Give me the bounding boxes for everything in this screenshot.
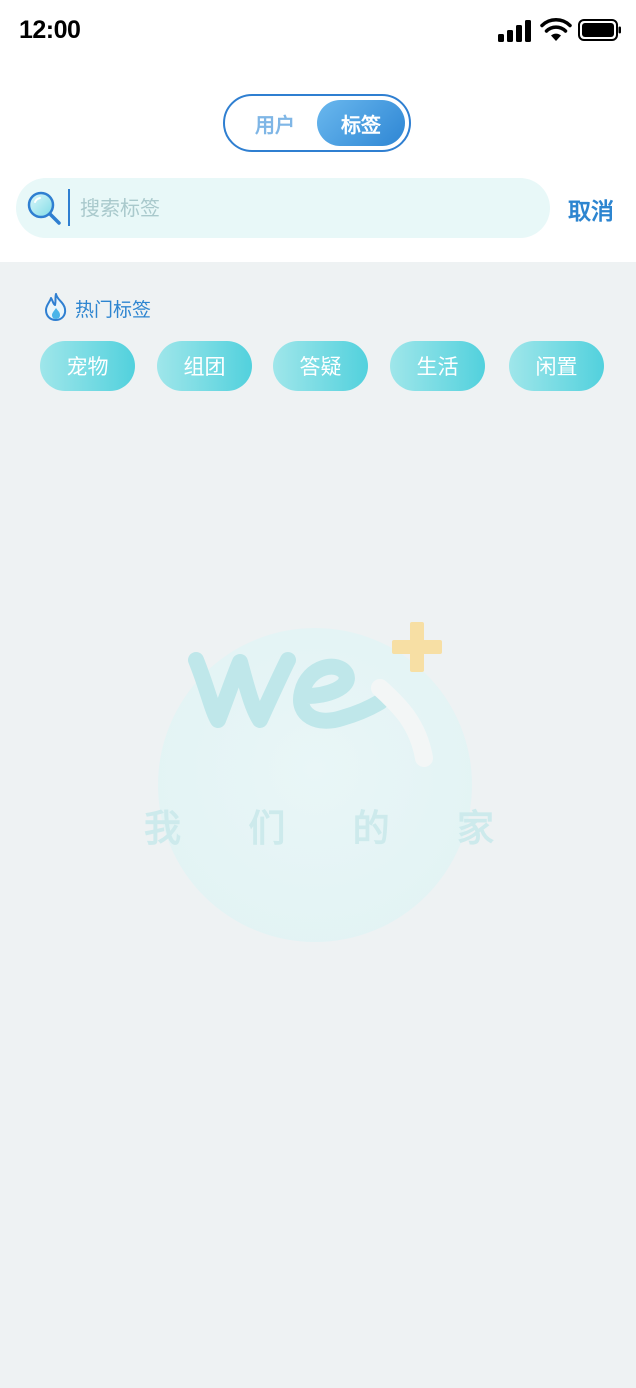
hot-tag-chip[interactable]: 宠物	[40, 341, 135, 391]
watermark-slogan: 我 们 的 家	[144, 798, 494, 852]
user-tag-switch: 用户 标签	[223, 94, 411, 152]
watermark-char: 的	[352, 807, 390, 850]
battery-icon	[578, 19, 621, 41]
top-panel: 12:00 用户 标签 搜索标签 取消	[0, 0, 636, 262]
hot-tags-header: 热门标签	[42, 292, 242, 322]
tab-users[interactable]: 用户	[231, 100, 319, 146]
cancel-button[interactable]: 取消	[560, 192, 622, 226]
search-bar	[16, 178, 550, 238]
hot-tag-chip[interactable]: 生活	[390, 341, 485, 391]
wifi-icon	[540, 18, 572, 41]
signal-icon	[498, 20, 532, 42]
watermark-char: 家	[456, 807, 494, 850]
status-time: 12:00	[19, 16, 81, 44]
status-icons	[498, 18, 628, 46]
watermark-char: 们	[248, 807, 286, 850]
we-plus-logo	[158, 622, 472, 942]
flame-icon	[45, 293, 67, 321]
text-caret	[68, 189, 70, 226]
search-input[interactable]	[80, 188, 520, 228]
watermark-char: 我	[144, 807, 181, 850]
search-icon	[27, 191, 61, 225]
tab-tags[interactable]: 标签	[317, 100, 405, 146]
hot-tag-chip[interactable]: 答疑	[273, 341, 368, 391]
hot-tags-title: 热门标签	[75, 299, 152, 321]
hot-tag-chip[interactable]: 组团	[157, 341, 252, 391]
hot-tag-chip[interactable]: 闲置	[509, 341, 604, 391]
status-bar: 12:00	[0, 0, 636, 64]
